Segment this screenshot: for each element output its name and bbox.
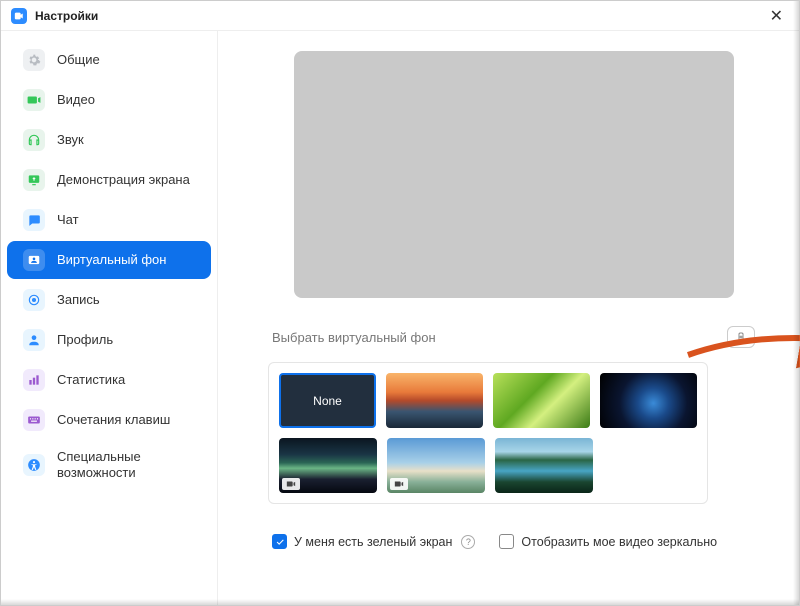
sidebar-item-label: Сочетания клавиш xyxy=(57,412,170,428)
sidebar: Общие Видео Звук Демонстрация экрана Чат xyxy=(1,31,218,605)
main: Общие Видео Звук Демонстрация экрана Чат xyxy=(1,31,799,605)
sidebar-item-label: Запись xyxy=(57,292,100,308)
green-screen-label: У меня есть зеленый экран xyxy=(294,535,452,549)
sidebar-item-chat[interactable]: Чат xyxy=(7,201,211,239)
background-grid: None xyxy=(268,362,708,504)
bg-option-none[interactable]: None xyxy=(279,373,376,428)
bg-option-jungle[interactable] xyxy=(495,438,593,493)
video-icon xyxy=(23,89,45,111)
record-icon xyxy=(23,289,45,311)
video-badge-icon xyxy=(390,478,408,490)
content: Выбрать виртуальный фон None xyxy=(218,31,799,605)
section-title: Выбрать виртуальный фон xyxy=(272,330,436,345)
sidebar-item-screenshare[interactable]: Демонстрация экрана xyxy=(7,161,211,199)
profile-icon xyxy=(23,329,45,351)
bg-option-beach[interactable] xyxy=(387,438,485,493)
video-preview xyxy=(294,51,734,298)
sidebar-item-label: Видео xyxy=(57,92,95,108)
plus-icon xyxy=(735,331,747,343)
sidebar-item-label: Общие xyxy=(57,52,100,68)
close-button[interactable]: ✕ xyxy=(764,4,789,28)
options-row: У меня есть зеленый экран ? Отобразить м… xyxy=(268,534,759,549)
mirror-checkbox[interactable]: Отобразить мое видео зеркально xyxy=(499,534,717,549)
accessibility-icon xyxy=(23,454,45,476)
titlebar: Настройки ✕ xyxy=(1,1,799,31)
help-icon[interactable]: ? xyxy=(461,535,475,549)
sidebar-item-label: Чат xyxy=(57,212,79,228)
app-icon xyxy=(11,8,27,24)
chat-icon xyxy=(23,209,45,231)
video-badge-icon xyxy=(282,478,300,490)
sidebar-item-video[interactable]: Видео xyxy=(7,81,211,119)
gear-icon xyxy=(23,49,45,71)
mirror-label: Отобразить мое видео зеркально xyxy=(521,535,717,549)
keyboard-icon xyxy=(23,409,45,431)
sidebar-item-audio[interactable]: Звук xyxy=(7,121,211,159)
bg-option-grass[interactable] xyxy=(493,373,590,428)
bg-option-earth[interactable] xyxy=(600,373,697,428)
none-label: None xyxy=(313,394,342,408)
checkbox-unchecked-icon xyxy=(499,534,514,549)
section-header: Выбрать виртуальный фон xyxy=(268,326,759,348)
sidebar-item-label: Виртуальный фон xyxy=(57,252,166,268)
statistics-icon xyxy=(23,369,45,391)
bg-option-aurora[interactable] xyxy=(279,438,377,493)
virtual-bg-icon xyxy=(23,249,45,271)
bg-option-bridge[interactable] xyxy=(386,373,483,428)
add-background-button[interactable] xyxy=(727,326,755,348)
sidebar-item-shortcuts[interactable]: Сочетания клавиш xyxy=(7,401,211,439)
sidebar-item-accessibility[interactable]: Специальные возможности xyxy=(7,441,211,488)
sidebar-item-statistics[interactable]: Статистика xyxy=(7,361,211,399)
screenshare-icon xyxy=(23,169,45,191)
sidebar-item-general[interactable]: Общие xyxy=(7,41,211,79)
green-screen-checkbox[interactable]: У меня есть зеленый экран ? xyxy=(272,534,475,549)
sidebar-item-label: Специальные возможности xyxy=(57,449,195,480)
headphones-icon xyxy=(23,129,45,151)
sidebar-item-virtual-bg[interactable]: Виртуальный фон xyxy=(7,241,211,279)
checkbox-checked-icon xyxy=(272,534,287,549)
window-title: Настройки xyxy=(35,9,98,23)
sidebar-item-recording[interactable]: Запись xyxy=(7,281,211,319)
sidebar-item-label: Статистика xyxy=(57,372,125,388)
sidebar-item-label: Профиль xyxy=(57,332,113,348)
sidebar-item-label: Демонстрация экрана xyxy=(57,172,190,188)
sidebar-item-profile[interactable]: Профиль xyxy=(7,321,211,359)
titlebar-left: Настройки xyxy=(11,8,98,24)
sidebar-item-label: Звук xyxy=(57,132,84,148)
